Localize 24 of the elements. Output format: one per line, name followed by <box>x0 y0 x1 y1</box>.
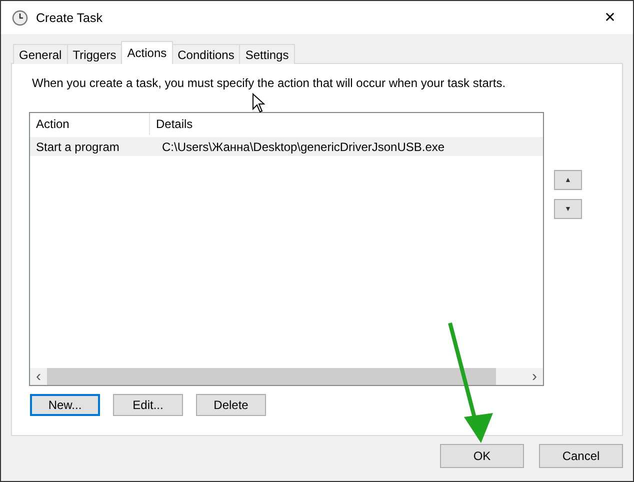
action-button[interactable]: New... <box>30 394 100 416</box>
tab[interactable]: Triggers <box>66 44 122 64</box>
description-text: When you create a task, you must specify the action that will occur when your task starts. <box>32 76 507 90</box>
scroll-left-button[interactable]: ‹ <box>30 368 47 385</box>
horizontal-scrollbar[interactable]: ‹ › <box>30 368 543 385</box>
actions-list[interactable]: Action Details Start a program C:\Users\Жанна\Desktop\genericDriverJsonUSB.exe ‹ › <box>29 112 544 386</box>
window-title: Create Task <box>36 10 104 24</box>
scroll-right-button[interactable]: › <box>526 368 543 385</box>
tab[interactable]: Actions <box>121 41 173 64</box>
cursor-icon <box>252 93 265 113</box>
column-header[interactable]: Details <box>150 113 193 135</box>
tab[interactable]: Conditions <box>172 44 240 64</box>
action-button[interactable]: Edit... <box>113 394 183 416</box>
table-cell-text: Start a program <box>35 140 120 154</box>
clock-icon <box>12 10 28 26</box>
table-row[interactable]: Start a program C:\Users\Жанна\Desktop\genericDriverJsonUSB.exe <box>30 137 543 156</box>
tab[interactable]: General <box>13 44 68 64</box>
ok-button[interactable]: OK <box>440 444 524 468</box>
tab[interactable]: Settings <box>239 44 295 64</box>
close-button[interactable]: ✕ <box>587 1 633 34</box>
column-header[interactable]: Action <box>30 113 150 135</box>
action-button[interactable]: Delete <box>196 394 266 416</box>
cancel-button[interactable]: Cancel <box>539 444 623 468</box>
table-cell-text: C:\Users\Жанна\Desktop\genericDriverJsonUSB.exe <box>161 140 445 154</box>
